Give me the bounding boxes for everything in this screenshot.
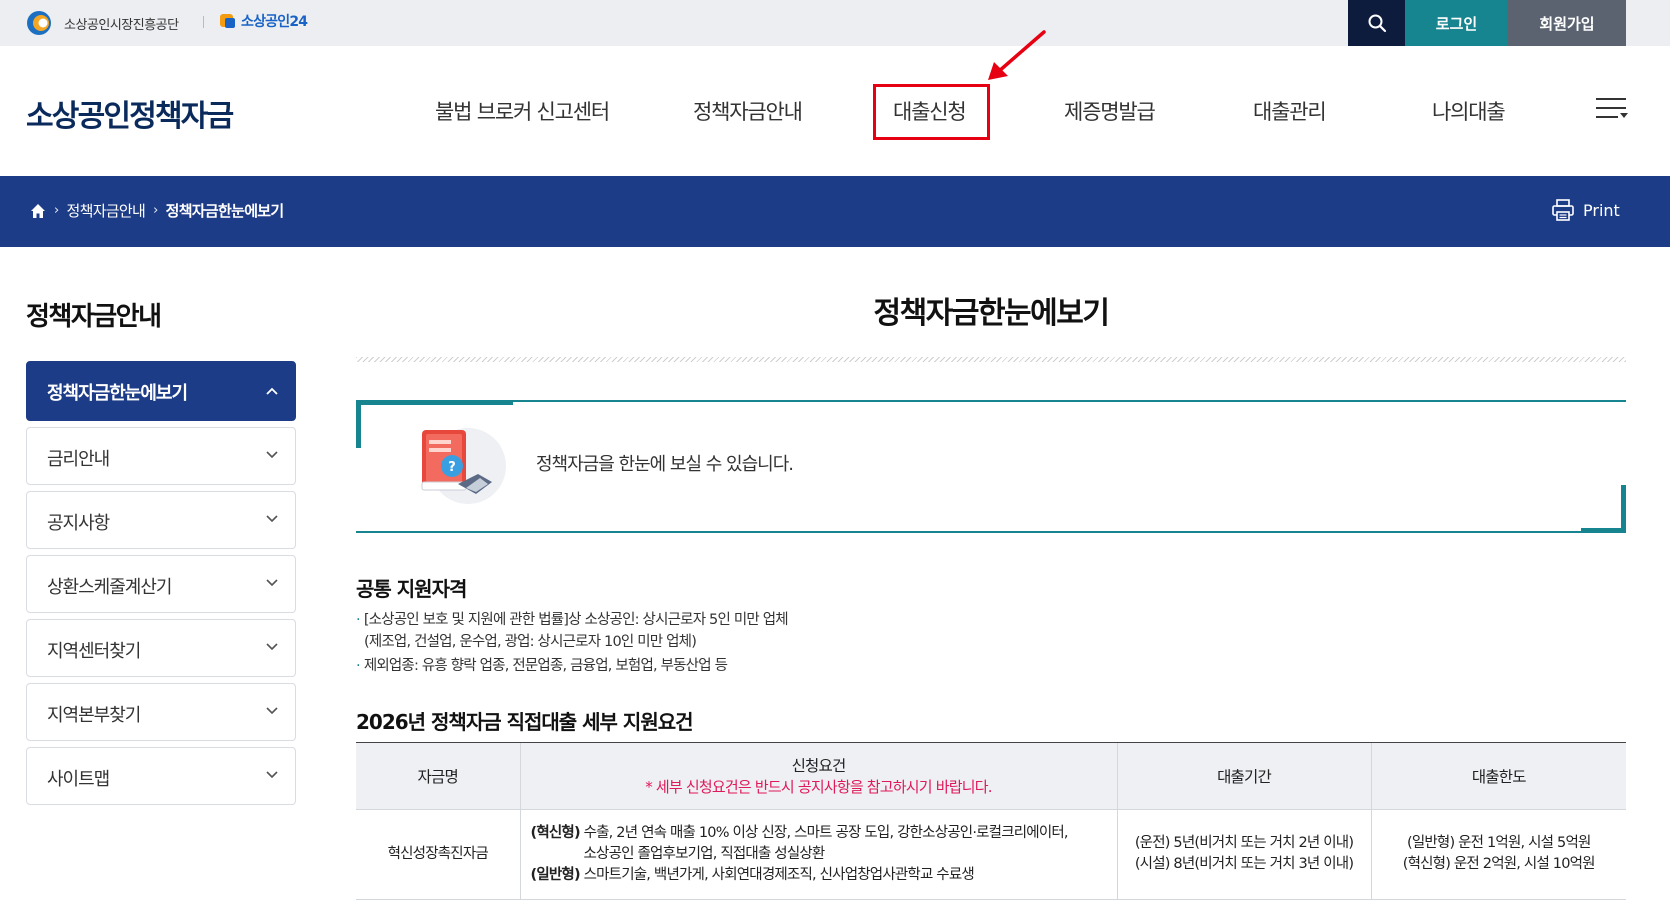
common-eligibility-line: · 제외업종: 유흥 향락 업종, 전문업종, 금융업, 보험업, 부동산업 등 [356, 658, 728, 674]
sidebar-item-repayment-calculator[interactable]: 상환스케줄계산기 [26, 555, 296, 613]
sidebar-item-policy-overview[interactable]: 정책자금한눈에보기 [26, 361, 296, 421]
red-arrow-icon [988, 30, 1046, 80]
sidebar-item-find-center[interactable]: 지역센터찾기 [26, 619, 296, 677]
breadcrumb-separator-icon: › [153, 203, 158, 218]
login-button[interactable]: 로그인 [1405, 0, 1508, 46]
portal-name: 소상공인24 [241, 14, 308, 30]
requirements-text: 수출, 2년 연속 매출 10% 이상 신장, 스마트 공장 도입, 강한소상공… [579, 824, 1069, 841]
sidebar-item-label: 공지사항 [47, 513, 110, 534]
sidebar-item-label: 지역센터찾기 [47, 641, 141, 662]
main-nav: 불법 브로커 신고센터 정책자금안내 대출신청 제증명발급 대출관리 나의대출 [0, 96, 1670, 126]
portal-logo-icon [220, 14, 235, 28]
nav-my-loan[interactable]: 나의대출 [1432, 96, 1506, 126]
portal-logo[interactable]: 소상공인24 [219, 11, 308, 31]
requirements-text: 스마트기술, 백년가게, 사회연대경제조직, 신사업창업사관학교 수료생 [579, 866, 975, 883]
breadcrumb-separator-icon: › [54, 203, 59, 218]
sidebar-item-label: 금리안내 [47, 449, 110, 470]
fund-name-cell: 혁신성장촉진자금 [356, 809, 521, 900]
loan-limit-text: (혁신형) 운전 2억원, 시설 10억원 [1402, 856, 1596, 872]
org-emblem-icon [27, 11, 51, 35]
requirements-header-label: 신청요건 [791, 757, 847, 776]
sidebar-item-find-hq[interactable]: 지역본부찾기 [26, 683, 296, 741]
sidebar-item-notice[interactable]: 공지사항 [26, 491, 296, 549]
chevron-up-icon [266, 387, 278, 395]
print-label: Print [1583, 200, 1620, 220]
type-tag: (일반형) [530, 866, 581, 883]
requirements-cell: (혁신형) 수출, 2년 연속 매출 10% 이상 신장, 스마트 공장 도입,… [520, 809, 1118, 900]
search-button[interactable] [1348, 0, 1405, 46]
breadcrumb-item-policy-info[interactable]: 정책자금안내 [67, 200, 146, 221]
title-divider [356, 357, 1626, 362]
nav-loan-manage[interactable]: 대출관리 [1253, 96, 1327, 126]
breadcrumb-item-current[interactable]: 정책자금한눈에보기 [166, 200, 285, 221]
loan-period-text: (운전) 5년(비거치 또는 거치 2년 이내) [1134, 835, 1354, 851]
chevron-down-icon [266, 515, 278, 523]
org-logo[interactable]: 소상공인시장진흥공단 [26, 10, 179, 36]
column-header-loan-period: 대출기간 [1117, 743, 1372, 810]
intro-box: ? 정책자금을 한눈에 보실 수 있습니다. [356, 400, 1626, 533]
eligibility-text: [소상공인 보호 및 지원에 관한 법률]상 소상공인: 상시근로자 5인 미만… [363, 612, 789, 628]
policy-book-illustration-icon: ? [421, 428, 506, 504]
chevron-down-icon [266, 643, 278, 651]
loan-period-cell: (운전) 5년(비거치 또는 거치 2년 이내) (시설) 8년(비거치 또는 … [1117, 809, 1372, 900]
utility-bar: 소상공인시장진흥공단 소상공인24 로그인 회원가입 [0, 0, 1670, 46]
sidebar-item-label: 지역본부찾기 [47, 705, 141, 726]
breadcrumb-bar: › 정책자금안내 › 정책자금한눈에보기 Print [0, 176, 1670, 247]
sidebar-item-label: 사이트맵 [47, 769, 110, 790]
org-name: 소상공인시장진흥공단 [64, 17, 179, 33]
common-eligibility-line: · [소상공인 보호 및 지원에 관한 법률]상 소상공인: 상시근로자 5인 미… [356, 612, 789, 628]
requirements-notice: * 세부 신청요건은 반드시 공지사항을 참고하시기 바랍니다. [645, 778, 992, 797]
nav-certificates[interactable]: 제증명발급 [1064, 96, 1156, 126]
requirements-table: 자금명 신청요건 * 세부 신청요건은 반드시 공지사항을 참고하시기 바랍니다… [356, 743, 1626, 900]
breadcrumb: › 정책자금안내 › 정책자금한눈에보기 [30, 200, 284, 221]
intro-text: 정책자금을 한눈에 보실 수 있습니다. [536, 454, 794, 475]
chevron-down-icon [266, 707, 278, 715]
type-tag: (혁신형) [530, 824, 581, 841]
sidebar-item-label: 정책자금한눈에보기 [47, 383, 188, 404]
page-title: 정책자금한눈에보기 [873, 296, 1110, 331]
nav-broker-report[interactable]: 불법 브로커 신고센터 [435, 96, 610, 126]
excluded-industries-text: 제외업종: 유흥 향락 업종, 전문업종, 금융업, 보험업, 부동산업 등 [363, 658, 728, 674]
sidebar-item-sitemap[interactable]: 사이트맵 [26, 747, 296, 805]
requirements-text: 소상공인 졸업후보기업, 직접대출 성실상환 [583, 845, 826, 862]
util-buttons: 로그인 회원가입 [1348, 0, 1626, 46]
chevron-down-icon [266, 451, 278, 459]
svg-text:?: ? [448, 460, 456, 475]
table-header-row: 자금명 신청요건 * 세부 신청요건은 반드시 공지사항을 참고하시기 바랍니다… [356, 743, 1626, 810]
sidebar-title: 정책자금안내 [26, 302, 162, 332]
search-icon [1368, 14, 1386, 33]
column-header-loan-limit: 대출한도 [1371, 743, 1626, 810]
common-eligibility-title: 공통 지원자격 [356, 577, 467, 601]
loan-limit-text: (일반형) 운전 1억원, 시설 5억원 [1406, 835, 1591, 851]
loan-limit-cell: (일반형) 운전 1억원, 시설 5억원 (혁신형) 운전 2억원, 시설 10… [1371, 809, 1626, 900]
sidebar-item-interest-rate[interactable]: 금리안내 [26, 427, 296, 485]
loan-period-text: (시설) 8년(비거치 또는 거치 3년 이내) [1134, 856, 1354, 872]
support-requirements-title: 2026년 정책자금 직접대출 세부 지원요건 [356, 710, 694, 734]
column-header-fund-name: 자금명 [356, 743, 521, 810]
all-menu-icon[interactable] [1596, 96, 1628, 122]
print-button[interactable]: Print [1551, 198, 1620, 222]
eligibility-text: (제조업, 건설업, 운수업, 광업: 상시근로자 10인 미만 업체) [364, 634, 697, 650]
highlight-box [873, 84, 990, 140]
chevron-down-icon [266, 579, 278, 587]
util-divider [203, 16, 204, 28]
common-eligibility-line: (제조업, 건설업, 운수업, 광업: 상시근로자 10인 미만 업체) [364, 630, 697, 651]
join-button[interactable]: 회원가입 [1508, 0, 1626, 46]
sidebar-item-label: 상환스케줄계산기 [47, 577, 172, 598]
nav-policy-info[interactable]: 정책자금안내 [693, 96, 803, 126]
table-row: 혁신성장촉진자금 (혁신형) 수출, 2년 연속 매출 10% 이상 신장, 스… [356, 809, 1626, 900]
chevron-down-icon [266, 771, 278, 779]
column-header-requirements: 신청요건 * 세부 신청요건은 반드시 공지사항을 참고하시기 바랍니다. [520, 743, 1118, 810]
printer-icon [1552, 199, 1574, 221]
home-icon[interactable] [30, 203, 46, 219]
